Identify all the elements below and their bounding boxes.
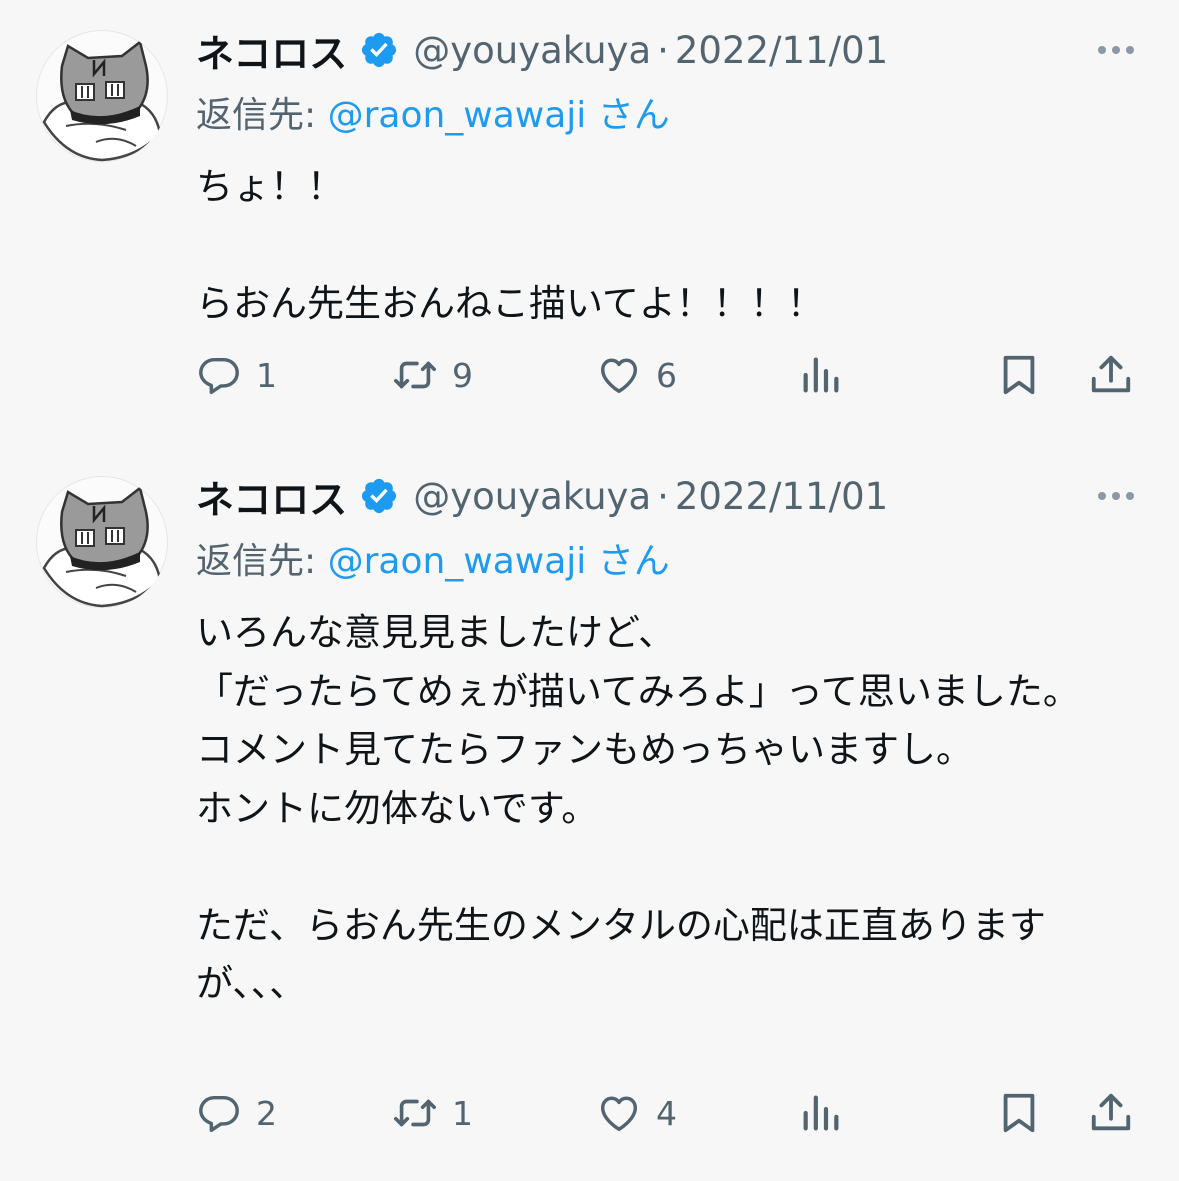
share-upload-icon bbox=[1091, 355, 1131, 393]
heart-icon bbox=[600, 358, 638, 394]
verified-badge-icon bbox=[359, 30, 399, 70]
reply-to-suffix: さん bbox=[586, 95, 670, 136]
more-dots-icon[interactable] bbox=[1094, 40, 1138, 60]
action-bar: 1 9 6 bbox=[0, 352, 1179, 408]
reply-to-label: 返信先: bbox=[196, 95, 328, 136]
retweet-count: 1 bbox=[452, 1093, 473, 1133]
retweet-button[interactable]: 1 bbox=[392, 1090, 473, 1136]
avatar[interactable] bbox=[36, 30, 168, 162]
like-count: 6 bbox=[656, 355, 677, 395]
more-dots-icon[interactable] bbox=[1094, 486, 1138, 506]
retweet-arrows-icon bbox=[394, 1099, 436, 1127]
reply-bubble-icon bbox=[199, 1095, 239, 1132]
share-button[interactable] bbox=[1088, 1090, 1134, 1136]
retweet-count: 9 bbox=[452, 355, 473, 395]
views-button[interactable] bbox=[798, 352, 844, 398]
retweet-arrows-icon bbox=[394, 361, 436, 389]
author-name[interactable]: ネコロス bbox=[196, 23, 347, 78]
bookmark-icon bbox=[1003, 1093, 1035, 1133]
reply-to-suffix: さん bbox=[586, 541, 670, 582]
like-count: 4 bbox=[656, 1093, 677, 1133]
views-button[interactable] bbox=[798, 1090, 844, 1136]
bookmark-icon bbox=[1003, 355, 1035, 395]
tweet-text: いろんな意見見ましたけど、 「だったらてめぇが描いてみろよ」って思いました。 コ… bbox=[196, 611, 1080, 1005]
bar-chart-icon bbox=[803, 1095, 839, 1131]
cat-avatar-icon bbox=[42, 485, 162, 608]
retweet-button[interactable]: 9 bbox=[392, 352, 473, 398]
tweet[interactable]: ネコロス @youyakuya · 2022/11/01 返信先: @raon_… bbox=[0, 440, 1179, 1181]
tweet-text: ちょ！！ らおん先生おんねこ描いてよ！！！！ bbox=[196, 165, 824, 325]
reply-to-label: 返信先: bbox=[196, 541, 328, 582]
bookmark-button[interactable] bbox=[996, 352, 1042, 398]
heart-icon bbox=[600, 1096, 638, 1132]
bookmark-button[interactable] bbox=[996, 1090, 1042, 1136]
action-bar: 2 1 4 bbox=[0, 1090, 1179, 1146]
reply-to-line: 返信先: @raon_wawaji さん bbox=[196, 532, 670, 582]
tweet-date[interactable]: 2022/11/01 bbox=[675, 475, 888, 518]
author-handle[interactable]: @youyakuya bbox=[413, 29, 651, 72]
reply-bubble-icon bbox=[199, 357, 239, 394]
separator-dot: · bbox=[657, 474, 669, 518]
reply-button[interactable]: 2 bbox=[196, 1090, 277, 1136]
bar-chart-icon bbox=[803, 357, 839, 393]
avatar[interactable] bbox=[36, 476, 168, 608]
author-handle[interactable]: @youyakuya bbox=[413, 475, 651, 518]
share-upload-icon bbox=[1091, 1093, 1131, 1131]
reply-to-handle-link[interactable]: @raon_wawaji bbox=[328, 95, 587, 136]
separator-dot: · bbox=[657, 28, 669, 72]
tweet[interactable]: ネコロス @youyakuya · 2022/11/01 返信先: @raon_… bbox=[0, 0, 1179, 440]
reply-count: 2 bbox=[256, 1093, 277, 1133]
tweet-header: ネコロス @youyakuya · 2022/11/01 bbox=[196, 24, 888, 76]
reply-count: 1 bbox=[256, 355, 277, 395]
reply-button[interactable]: 1 bbox=[196, 352, 277, 398]
reply-to-line: 返信先: @raon_wawaji さん bbox=[196, 86, 670, 136]
tweet-date[interactable]: 2022/11/01 bbox=[675, 29, 888, 72]
like-button[interactable]: 6 bbox=[596, 352, 677, 398]
share-button[interactable] bbox=[1088, 352, 1134, 398]
reply-to-handle-link[interactable]: @raon_wawaji bbox=[328, 541, 587, 582]
tweet-header: ネコロス @youyakuya · 2022/11/01 bbox=[196, 470, 888, 522]
author-name[interactable]: ネコロス bbox=[196, 469, 347, 524]
verified-badge-icon bbox=[359, 476, 399, 516]
cat-avatar-icon bbox=[42, 39, 162, 162]
like-button[interactable]: 4 bbox=[596, 1090, 677, 1136]
